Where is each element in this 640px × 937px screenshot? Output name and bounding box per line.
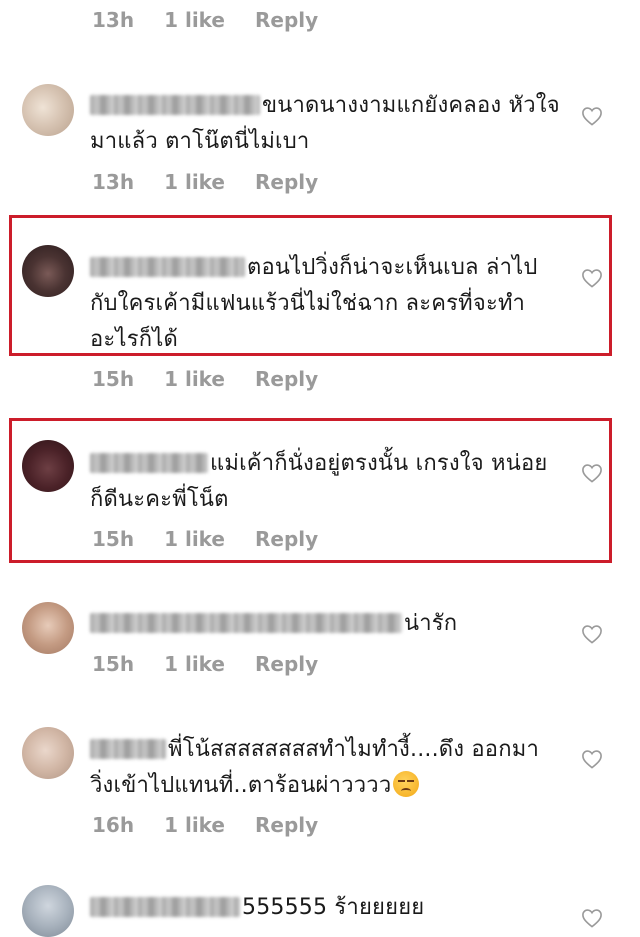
comment-likes[interactable]: 1 like — [164, 813, 225, 837]
avatar[interactable] — [22, 440, 74, 492]
comment-time: 15h — [92, 367, 135, 391]
comment-likes[interactable]: 1 like — [164, 527, 225, 551]
comment-likes[interactable]: 1 like — [164, 652, 225, 676]
avatar[interactable] — [22, 84, 74, 136]
comment-text: 555555 ร้ายยยยย — [90, 890, 570, 926]
username-blurred[interactable] — [90, 897, 240, 917]
heart-outline-icon[interactable] — [581, 624, 603, 644]
reply-button[interactable]: Reply — [255, 652, 318, 676]
heart-outline-icon[interactable] — [581, 749, 603, 769]
comment-meta: 13h 1 like Reply — [92, 8, 318, 32]
username-blurred[interactable] — [90, 739, 166, 759]
heart-outline-icon[interactable] — [581, 106, 603, 126]
comment-time: 13h — [92, 8, 135, 32]
heart-outline-icon[interactable] — [581, 463, 603, 483]
comment-meta: 15h 1 like Reply — [92, 652, 318, 676]
username-blurred[interactable] — [90, 257, 245, 277]
reply-button[interactable]: Reply — [255, 813, 318, 837]
heart-outline-icon[interactable] — [581, 268, 603, 288]
comment-likes[interactable]: 1 like — [164, 170, 225, 194]
username-blurred[interactable] — [90, 95, 260, 115]
comment-meta: 13h 1 like Reply — [92, 170, 318, 194]
comment-body: น่ารัก — [404, 611, 458, 636]
avatar[interactable] — [22, 727, 74, 779]
comment-time: 16h — [92, 813, 135, 837]
comment-text: ขนาดนางงามแกยังคลอง หัวใจมาแล้ว ตาโน๊ตนี… — [90, 88, 570, 160]
username-blurred[interactable] — [90, 453, 208, 473]
reply-button[interactable]: Reply — [255, 8, 318, 32]
comment-likes[interactable]: 1 like — [164, 367, 225, 391]
comment-body: 555555 ร้ายยยยย — [242, 895, 425, 920]
username-blurred[interactable] — [90, 613, 402, 633]
avatar[interactable] — [22, 245, 74, 297]
comment-time: 13h — [92, 170, 135, 194]
comment-time: 15h — [92, 527, 135, 551]
comment-text: ตอนไปวิ่งก็น่าจะเห็นเบล ล่าไปกับใครเค้าม… — [90, 250, 560, 358]
comment-likes[interactable]: 1 like — [164, 8, 225, 32]
comment-text: แม่เค้าก็นั่งอยู่ตรงนั้น เกรงใจ หน่อยก็ด… — [90, 446, 560, 518]
reply-button[interactable]: Reply — [255, 527, 318, 551]
comment-meta: 16h 1 like Reply — [92, 813, 318, 837]
comment-text: พี่โน้สสสสสสสสทำไมทำงี้....ดึง ออกมาวิ่ง… — [90, 732, 560, 804]
reply-button[interactable]: Reply — [255, 367, 318, 391]
comment-text: น่ารัก — [90, 606, 570, 642]
comment-meta: 15h 1 like Reply — [92, 367, 318, 391]
avatar[interactable] — [22, 885, 74, 937]
heart-outline-icon[interactable] — [581, 908, 603, 928]
avatar[interactable] — [22, 602, 74, 654]
reply-button[interactable]: Reply — [255, 170, 318, 194]
comment-meta: 15h 1 like Reply — [92, 527, 318, 551]
comment-time: 15h — [92, 652, 135, 676]
unamused-face-emoji — [393, 771, 420, 797]
